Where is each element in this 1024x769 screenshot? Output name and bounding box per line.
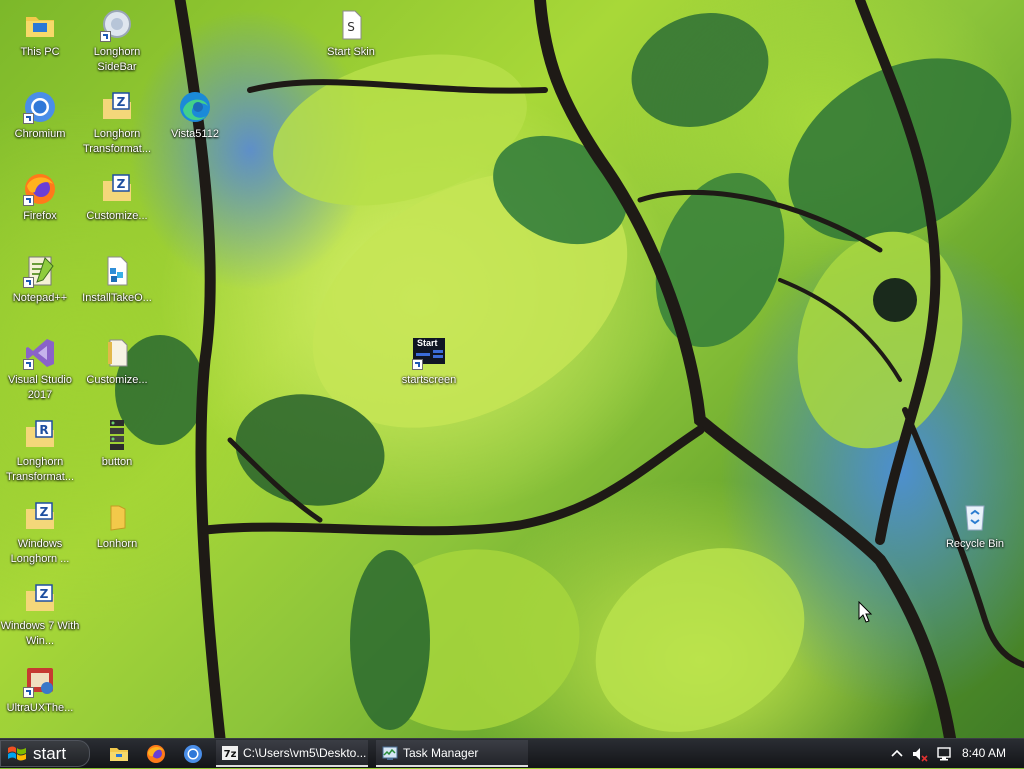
taskbar: start 7z C:\Users\vm5\Deskto... Task Man…: [0, 738, 1024, 768]
mouse-cursor-icon: [858, 601, 873, 623]
desktop-icon-firefox[interactable]: Firefox: [0, 172, 80, 224]
desktop-icon-label: InstallTakeO...: [82, 292, 152, 304]
desktop-icon-label: Firefox: [23, 210, 57, 222]
desktop-icon-windows-longhorn[interactable]: Z Windows Longhorn ...: [0, 500, 80, 567]
desktop-icon-recycle-bin[interactable]: Recycle Bin: [935, 500, 1015, 552]
shortcut-arrow-icon: [23, 359, 34, 370]
taskbar-button-label: C:\Users\vm5\Deskto...: [243, 745, 367, 760]
desktop-icon-longhorn-transformation-r[interactable]: R Longhorn Transformat...: [0, 418, 80, 485]
taskbar-button-7zip[interactable]: 7z C:\Users\vm5\Deskto...: [216, 740, 368, 767]
file-explorer-icon[interactable]: [108, 743, 130, 765]
svg-text:7z: 7z: [224, 749, 237, 760]
volume-muted-icon[interactable]: [912, 746, 928, 762]
desktop-icon-button[interactable]: button: [77, 418, 157, 470]
7zip-archive-icon: Z: [23, 500, 57, 534]
desktop-icon-label: Vista5112: [171, 128, 219, 140]
desktop-icon-visual-studio[interactable]: Visual Studio 2017: [0, 336, 80, 403]
taskbar-button-label: Task Manager: [403, 745, 479, 760]
desktop-icon-label: Customize...: [86, 210, 148, 222]
firefox-icon[interactable]: [145, 743, 167, 765]
taskbar-clock[interactable]: 8:40 AM: [962, 739, 1006, 769]
desktop-icon-label: Chromium: [14, 128, 66, 140]
desktop-icon-label: Windows 7 With Win...: [0, 620, 80, 647]
desktop-icon-label: Longhorn SideBar: [93, 46, 141, 73]
desktop-icon-label: Lonhorn: [96, 538, 138, 550]
registry-file-icon: [100, 254, 134, 288]
document-icon: [100, 336, 134, 370]
windows-logo-icon: [8, 746, 26, 760]
desktop-icon-label: Recycle Bin: [945, 538, 1005, 550]
desktop-icon-label: Visual Studio 2017: [7, 374, 72, 401]
svg-text:Z: Z: [40, 505, 49, 519]
desktop-icon-ultrauxtheme[interactable]: UltraUXThe...: [0, 664, 80, 716]
network-icon[interactable]: [937, 746, 953, 762]
shortcut-arrow-icon: [23, 687, 34, 698]
desktop-icon-lonhorn[interactable]: Lonhorn: [77, 500, 157, 552]
svg-text:Z: Z: [117, 95, 126, 109]
firefox-icon: [23, 172, 57, 206]
desktop-icon-customize-2[interactable]: Customize...: [77, 336, 157, 388]
desktop-icon-label: Windows Longhorn ...: [10, 538, 70, 565]
installer-icon: R: [23, 418, 57, 452]
7zip-archive-icon: Z: [23, 582, 57, 616]
startscreen-icon: Start: [412, 336, 446, 370]
start-label: start: [33, 743, 67, 763]
button-image-icon: [100, 418, 134, 452]
desktop-icon-longhorn-transformation[interactable]: Z Longhorn Transformat...: [77, 90, 157, 157]
desktop-icon-label: Notepad++: [12, 292, 68, 304]
svg-text:Z: Z: [40, 587, 49, 601]
shortcut-arrow-icon: [23, 195, 34, 206]
desktop-icon-label: This PC: [20, 46, 60, 58]
skin-file-icon: S: [334, 8, 368, 42]
folder-icon: [100, 500, 134, 534]
desktop-icon-windows-7[interactable]: Z Windows 7 With Win...: [0, 582, 80, 649]
desktop-icon-label: button: [101, 456, 133, 468]
ultrauxtheme-patcher-icon: [23, 664, 57, 698]
start-button[interactable]: start: [0, 740, 90, 767]
startscreen-badge: Start: [417, 338, 438, 348]
shortcut-arrow-icon: [23, 277, 34, 288]
desktop-icon-startscreen[interactable]: Start startscreen: [389, 336, 469, 388]
7zip-icon: 7z: [222, 745, 238, 760]
svg-text:Z: Z: [117, 177, 126, 191]
visual-studio-icon: [23, 336, 57, 370]
desktop-icon-longhorn-sidebar[interactable]: Longhorn SideBar: [77, 8, 157, 75]
desktop-icon-chromium[interactable]: Chromium: [0, 90, 80, 142]
recycle-bin-icon: [958, 500, 992, 534]
svg-text:S: S: [347, 20, 355, 34]
taskbar-button-task-manager[interactable]: Task Manager: [376, 740, 528, 767]
desktop-icon-label: Start Skin: [327, 46, 375, 58]
desktop-icon-start-skin[interactable]: S Start Skin: [311, 8, 391, 60]
shortcut-arrow-icon: [100, 31, 111, 42]
desktop-icon-label: Longhorn Transformat...: [82, 128, 152, 155]
desktop-icon-this-pc[interactable]: This PC: [0, 8, 80, 60]
7zip-archive-icon: Z: [100, 172, 134, 206]
svg-text:R: R: [39, 423, 48, 437]
desktop-icon-notepad-plus-plus[interactable]: Notepad++: [0, 254, 80, 306]
chromium-icon: [23, 90, 57, 124]
desktop-icon-label: Longhorn Transformat...: [5, 456, 75, 483]
desktop-icon-label: startscreen: [401, 374, 457, 386]
desktop-icon-label: Customize...: [86, 374, 148, 386]
edge-icon: [178, 90, 212, 124]
longhorn-sidebar-icon: [100, 8, 134, 42]
task-manager-icon: [382, 746, 398, 760]
notepad-plus-plus-icon: [23, 254, 57, 288]
show-hidden-icons-chevron[interactable]: [889, 746, 905, 762]
desktop-icon-installtakeownership[interactable]: InstallTakeO...: [77, 254, 157, 306]
desktop-icon-label: UltraUXThe...: [6, 702, 74, 714]
desktop-icon-customize-1[interactable]: Z Customize...: [77, 172, 157, 224]
chromium-icon[interactable]: [182, 743, 204, 765]
this-pc-icon: [23, 8, 57, 42]
desktop-icon-vista5112[interactable]: Vista5112: [155, 90, 235, 142]
7zip-archive-icon: Z: [100, 90, 134, 124]
shortcut-arrow-icon: [412, 359, 423, 370]
shortcut-arrow-icon: [23, 113, 34, 124]
